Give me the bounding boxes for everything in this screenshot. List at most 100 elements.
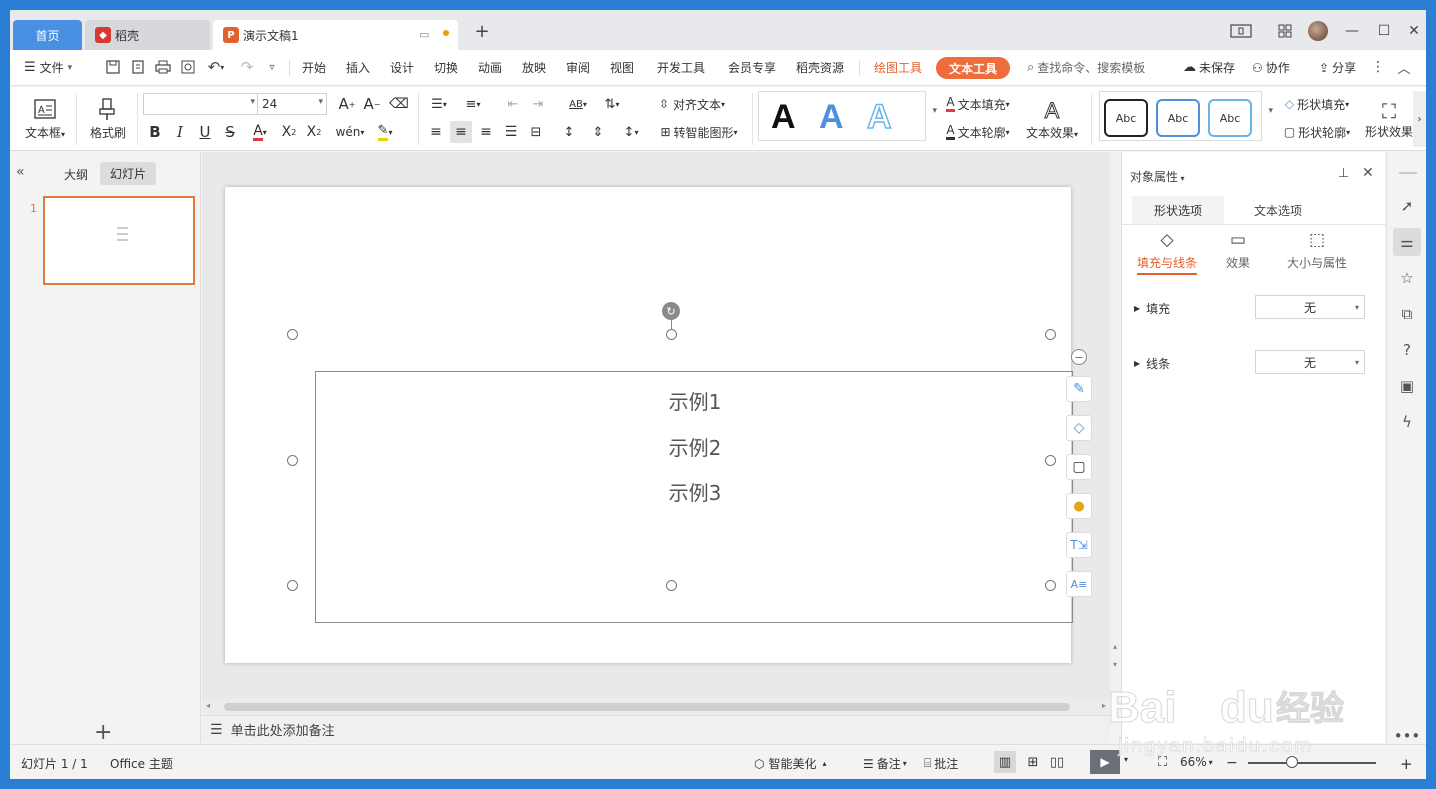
- menu-member[interactable]: 会员专享: [728, 59, 776, 76]
- tab-daoke[interactable]: ◆ 稻壳: [85, 20, 210, 50]
- decrease-indent-icon[interactable]: ⇤: [502, 93, 524, 115]
- menu-animation[interactable]: 动画: [478, 59, 502, 76]
- horizontal-scrollbar[interactable]: ◂ ▸: [202, 699, 1110, 715]
- align-text-button[interactable]: ⇳ 对齐文本 ▾: [650, 93, 734, 115]
- image-edit-icon[interactable]: ▣: [1393, 372, 1421, 400]
- wordart-style-black[interactable]: A: [771, 98, 796, 137]
- menu-view[interactable]: 视图: [610, 59, 634, 76]
- align-left-icon[interactable]: ≡: [425, 121, 447, 143]
- slideshow-icon[interactable]: ⧉: [1393, 300, 1421, 328]
- text-line-1[interactable]: 示例1: [316, 386, 1074, 415]
- tab-document[interactable]: P 演示文稿1 ▭: [213, 20, 458, 50]
- avatar[interactable]: [1307, 20, 1329, 42]
- resize-handle-nw[interactable]: [287, 329, 298, 340]
- line-section-toggle[interactable]: ▶ 线条: [1134, 355, 1170, 372]
- undo-icon[interactable]: ↶ ▾: [204, 58, 228, 76]
- align-center-icon[interactable]: ≡: [450, 121, 472, 143]
- increase-font-icon[interactable]: A +: [336, 93, 358, 115]
- justify-icon[interactable]: ☰: [500, 121, 522, 143]
- help-icon[interactable]: ?: [1393, 336, 1421, 364]
- shape-style-2[interactable]: Abc: [1156, 99, 1200, 137]
- menu-design[interactable]: 设计: [390, 59, 414, 76]
- slide-thumbnail[interactable]: [43, 196, 195, 285]
- text-line-3[interactable]: 示例3: [316, 477, 1074, 506]
- line-select[interactable]: 无 ▾: [1255, 350, 1365, 374]
- paragraph-spacing-icon[interactable]: ⇕: [587, 121, 609, 143]
- textbox-button[interactable]: A 文本框▾: [20, 91, 70, 147]
- increase-indent-icon[interactable]: ⇥: [527, 93, 549, 115]
- lightning-icon[interactable]: ϟ: [1393, 408, 1421, 436]
- menu-start[interactable]: 开始: [302, 59, 326, 76]
- fill-section-toggle[interactable]: ▶ 填充: [1134, 300, 1170, 317]
- collapse-ribbon-icon[interactable]: ︿: [1394, 58, 1414, 77]
- redo-icon[interactable]: ↷: [238, 58, 256, 76]
- distribute-icon[interactable]: ⊟: [525, 121, 547, 143]
- slide[interactable]: ↻ 示例1 示例2 示例3: [225, 187, 1074, 663]
- fill-tool-button[interactable]: ◇: [1066, 415, 1092, 441]
- collaborate-button[interactable]: ⚇ 协作: [1252, 59, 1290, 76]
- align-right-icon[interactable]: ≡: [475, 121, 497, 143]
- highlight-icon[interactable]: ✎ ▾: [370, 121, 400, 143]
- subscript-icon[interactable]: X2: [303, 121, 325, 143]
- text-effect-button[interactable]: A 文本效果▾: [1022, 91, 1082, 147]
- wordart-style-outline[interactable]: A: [866, 97, 892, 137]
- apps-grid-icon[interactable]: [1274, 20, 1296, 42]
- fill-select[interactable]: 无 ▾: [1255, 295, 1365, 319]
- scroll-up-icon[interactable]: ▴: [1113, 642, 1117, 651]
- chevron-down-icon[interactable]: ▾: [1124, 755, 1128, 764]
- gallery-more-icon[interactable]: ▾: [1268, 106, 1273, 116]
- close-icon[interactable]: ✕: [1404, 20, 1424, 42]
- print-icon[interactable]: [154, 58, 172, 76]
- resize-handle-ne[interactable]: [1045, 329, 1056, 340]
- vertical-scrollbar[interactable]: ▴ ▾: [1110, 152, 1121, 715]
- shape-effect-button[interactable]: ⛶ 形状效果: [1362, 91, 1416, 147]
- numbered-list-icon[interactable]: ≡ ▾: [458, 93, 488, 115]
- text-outline-button[interactable]: A 文本轮廓 ▾: [938, 121, 1018, 143]
- tab-slides[interactable]: 幻灯片: [100, 162, 157, 185]
- unsaved-status[interactable]: ☁ 未保存: [1183, 59, 1235, 76]
- zoom-out-icon[interactable]: −: [1226, 755, 1238, 771]
- tab-outline[interactable]: 大纲: [64, 166, 88, 183]
- text-fill-button[interactable]: A 文本填充 ▾: [938, 93, 1018, 115]
- subtab-fill-line[interactable]: ◇ 填充与线条: [1132, 230, 1202, 276]
- shape-fill-button[interactable]: ◇ 形状填充 ▾: [1276, 93, 1358, 115]
- subtab-size-props[interactable]: ⬚ 大小与属性: [1272, 230, 1362, 276]
- shape-style-3[interactable]: Abc: [1208, 99, 1252, 137]
- rocket-icon[interactable]: ➚: [1393, 192, 1421, 220]
- export-pdf-icon[interactable]: [129, 58, 147, 76]
- menu-text-tools[interactable]: 文本工具: [936, 57, 1010, 79]
- notes-bar[interactable]: ☰ 单击此处添加备注: [202, 715, 1110, 743]
- ribbon-scroll-right-icon[interactable]: ›: [1413, 91, 1426, 147]
- superscript-icon[interactable]: X2: [278, 121, 300, 143]
- comment-button[interactable]: ⌸ 批注: [924, 755, 958, 772]
- monitor-icon[interactable]: ▭: [419, 28, 429, 41]
- shape-outline-button[interactable]: ▢ 形状轮廓 ▾: [1276, 121, 1358, 143]
- bullet-list-icon[interactable]: ☰ ▾: [424, 93, 454, 115]
- convert-smartart-button[interactable]: ⊞ 转智能图形 ▾: [651, 121, 747, 143]
- font-color-icon[interactable]: A ▾: [245, 121, 275, 143]
- menu-transition[interactable]: 切换: [434, 59, 458, 76]
- zoom-slider[interactable]: [1248, 762, 1376, 764]
- reading-view-icon[interactable]: ▯▯: [1046, 751, 1068, 773]
- theme-name[interactable]: Office 主题: [110, 755, 173, 772]
- menu-developer[interactable]: 开发工具: [657, 59, 705, 76]
- properties-sliders-icon[interactable]: ⚌: [1393, 228, 1421, 256]
- smart-tip-button[interactable]: ●: [1066, 493, 1092, 519]
- resize-handle-n[interactable]: [666, 329, 677, 340]
- fit-window-icon[interactable]: ⛶: [1158, 755, 1167, 770]
- resize-handle-s[interactable]: [666, 580, 677, 591]
- print-preview-icon[interactable]: [179, 58, 197, 76]
- sort-icon[interactable]: ⇅ ▾: [597, 93, 627, 115]
- smart-beautify-button[interactable]: ⬡ 智能美化 ▴: [754, 755, 827, 772]
- scroll-right-icon[interactable]: ▸: [1102, 701, 1106, 710]
- menu-drawing-tools[interactable]: 绘图工具: [874, 59, 922, 76]
- pane-title[interactable]: 对象属性 ▾: [1130, 168, 1185, 185]
- bold-icon[interactable]: B: [144, 121, 166, 143]
- save-icon[interactable]: [104, 58, 122, 76]
- maximize-icon[interactable]: ☐: [1374, 20, 1394, 42]
- wordart-style-blue[interactable]: A: [819, 98, 844, 137]
- collapse-toolbar-icon[interactable]: −: [1071, 349, 1087, 365]
- resize-handle-w[interactable]: [287, 455, 298, 466]
- underline-icon[interactable]: U: [194, 121, 216, 143]
- phonetic-guide-icon[interactable]: wén ▾: [335, 121, 365, 143]
